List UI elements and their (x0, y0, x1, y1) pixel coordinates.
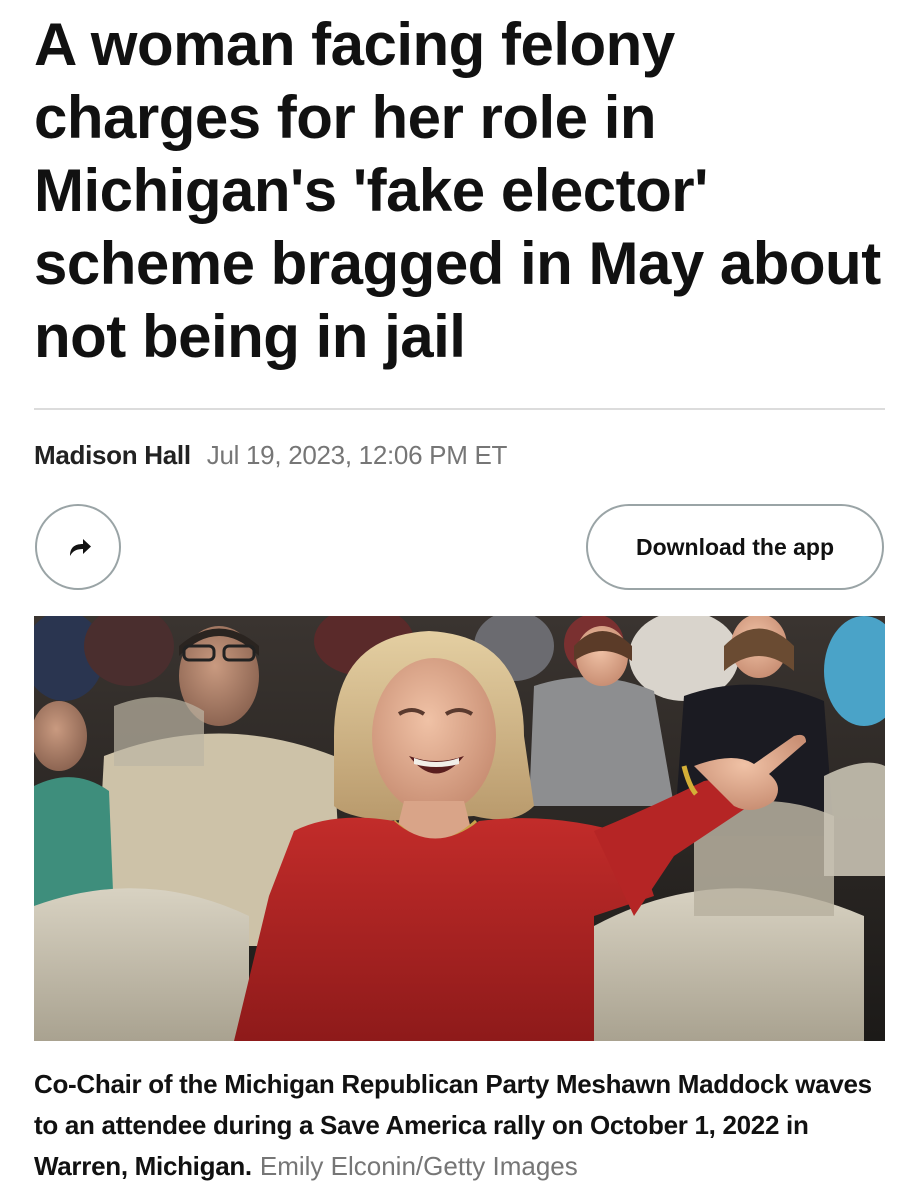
photo-credit: Emily Elconin/Getty Images (259, 1151, 578, 1181)
author-name[interactable]: Madison Hall (34, 440, 191, 471)
byline: Madison Hall Jul 19, 2023, 12:06 PM ET (34, 440, 507, 480)
article-photo (34, 616, 885, 1041)
download-app-button[interactable]: Download the app (586, 504, 884, 590)
photo-caption: Co-Chair of the Michigan Republican Part… (34, 1064, 894, 1187)
article-headline: A woman facing felony charges for her ro… (34, 11, 881, 370)
share-button[interactable] (35, 504, 121, 590)
share-arrow-icon (70, 539, 91, 556)
header-divider (34, 408, 885, 410)
publish-date: Jul 19, 2023, 12:06 PM ET (206, 440, 508, 470)
rally-photo-image (34, 616, 885, 1041)
